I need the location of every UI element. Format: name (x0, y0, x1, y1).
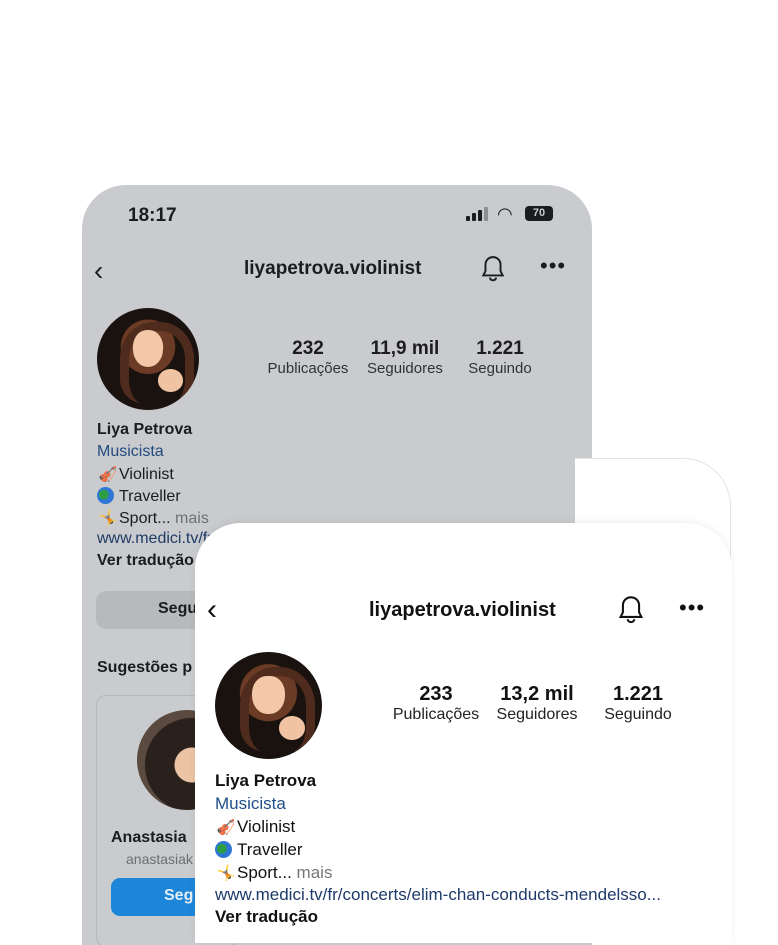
see-translation[interactable]: Ver tradução (97, 552, 194, 570)
status-bar: 18:17 ◠ 70 (82, 185, 592, 245)
gymnast-icon: 🤸 (98, 510, 118, 527)
front-profile-screen: ‹ liyapetrova.violinist ••• 233 Publicaç… (195, 523, 732, 943)
stat-posts[interactable]: 232 Publicações (264, 338, 352, 377)
more-options-icon[interactable]: ••• (540, 253, 566, 279)
profile-avatar[interactable] (215, 652, 322, 759)
globe-icon (97, 487, 114, 504)
bio-line-violinist: 🎻Violinist (216, 817, 296, 836)
bell-icon[interactable] (480, 255, 506, 283)
stat-following[interactable]: 1.221 Seguindo (596, 683, 680, 724)
stat-followers[interactable]: 13,2 mil Seguidores (489, 683, 585, 724)
bio-line-violinist: 🎻Violinist (98, 466, 174, 483)
stat-posts[interactable]: 233 Publicações (391, 683, 481, 724)
violin-icon: 🎻 (98, 466, 118, 483)
signal-icon (466, 207, 488, 221)
more-options-icon[interactable]: ••• (679, 595, 705, 621)
profile-category: Musicista (97, 443, 164, 460)
stat-following[interactable]: 1.221 Seguindo (460, 338, 540, 377)
bio-line-traveller: Traveller (97, 487, 181, 506)
suggestion-handle: anastasiak (126, 851, 193, 867)
suggestions-title: Sugestões p (97, 659, 193, 676)
suggestion-name: Anastasia (111, 829, 187, 846)
bell-icon[interactable] (617, 595, 645, 625)
stat-followers[interactable]: 11,9 mil Seguidores (360, 338, 450, 377)
bio-line-traveller: Traveller (215, 840, 303, 860)
bio-more-link[interactable]: mais (297, 863, 333, 882)
profile-username: liyapetrova.violinist (244, 258, 422, 279)
profile-name: Liya Petrova (215, 771, 317, 790)
globe-icon (215, 841, 232, 858)
profile-username: liyapetrova.violinist (369, 599, 556, 621)
bio-more-link[interactable]: mais (175, 510, 209, 527)
bio-line-sport: 🤸Sport... mais (98, 510, 209, 527)
back-chevron-icon[interactable]: ‹ (207, 593, 217, 627)
status-time: 18:17 (128, 205, 177, 226)
back-chevron-icon[interactable]: ‹ (94, 255, 103, 287)
profile-link[interactable]: www.medici.tv/fr (97, 530, 213, 548)
profile-avatar[interactable] (97, 308, 199, 410)
wifi-icon: ◠ (497, 204, 513, 224)
battery-icon: 70 (525, 206, 553, 221)
violin-icon: 🎻 (216, 819, 236, 836)
profile-link[interactable]: www.medici.tv/fr/concerts/elim-chan-cond… (215, 885, 661, 905)
profile-category: Musicista (215, 794, 286, 813)
bio-line-sport: 🤸Sport... mais (216, 863, 333, 882)
gymnast-icon: 🤸 (216, 865, 236, 882)
profile-name: Liya Petrova (97, 421, 193, 438)
see-translation[interactable]: Ver tradução (215, 907, 318, 927)
